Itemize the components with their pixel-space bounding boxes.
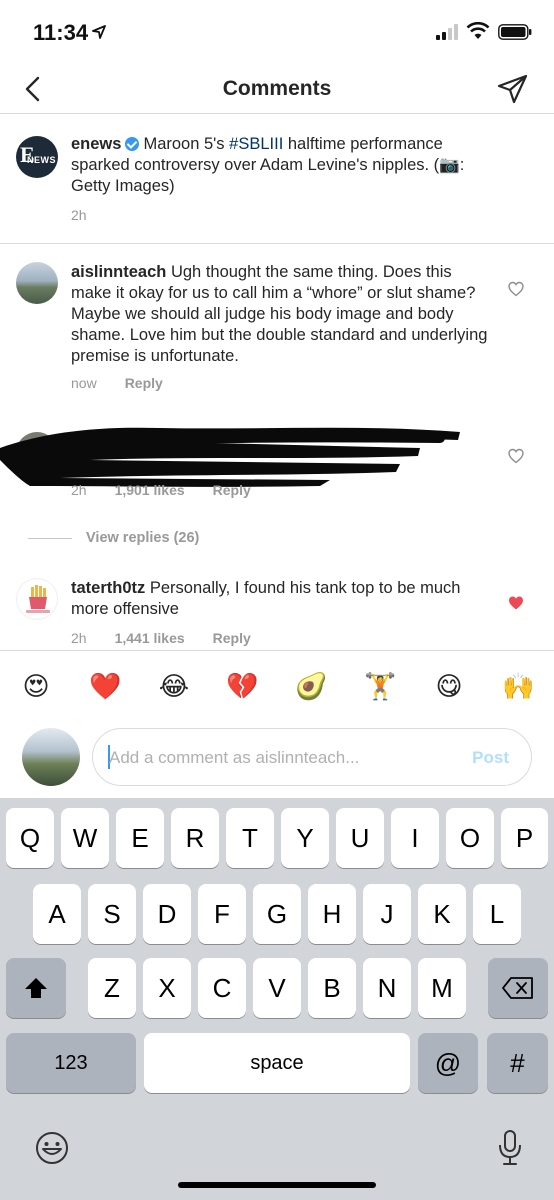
status-bar: 11:34 [0,0,554,66]
hashtag-link[interactable]: #SBLIII [229,135,283,153]
verified-badge-icon [125,137,140,151]
fries-logo-icon [26,585,50,613]
key-l[interactable]: L [473,884,521,944]
reply-button[interactable]: Reply [125,375,163,391]
reply-button[interactable]: Reply [213,630,251,646]
home-indicator [178,1182,376,1188]
caption-username[interactable]: enews [71,135,121,153]
key-q[interactable]: Q [6,808,54,868]
comment-meta: 2h 1,901 likes Reply [71,482,279,498]
backspace-icon [502,977,533,999]
comment-username[interactable]: taterth0tz [71,579,145,597]
key-b[interactable]: B [308,958,356,1018]
key-m[interactable]: M [418,958,466,1018]
key-d[interactable]: D [143,884,191,944]
page-title: Comments [222,77,332,100]
post-caption: E NEWS enews Maroon 5's #SBLIII halftime … [0,114,554,244]
key-x[interactable]: X [143,958,191,1018]
emoji-heart-eyes[interactable]: 😍 [20,671,52,703]
shift-key[interactable] [6,958,66,1018]
likes-count[interactable]: 1,901 likes [115,482,185,498]
status-time: 11:34 [33,20,89,45]
comment-time: now [71,375,97,391]
likes-count[interactable]: 1,441 likes [115,630,185,646]
avatar[interactable] [16,262,58,304]
backspace-key[interactable] [488,958,548,1018]
at-key[interactable]: @ [418,1033,478,1093]
emoji-yum[interactable]: 😋 [433,671,465,703]
key-s[interactable]: S [88,884,136,944]
avatar-logo-sub: NEWS [27,155,56,165]
reply-button[interactable]: Reply [213,482,251,498]
emoji-raised-hands[interactable]: 🙌 [502,671,534,703]
hash-key[interactable]: # [487,1033,548,1093]
avatar[interactable]: E NEWS [16,136,58,178]
comment-meta: now Reply [71,375,191,391]
key-g[interactable]: G [253,884,301,944]
key-n[interactable]: N [363,958,411,1018]
emoji-avocado[interactable]: 🥑 [295,671,327,703]
key-i[interactable]: I [391,808,439,868]
key-r[interactable]: R [171,808,219,868]
emoji-quick-bar: 😍 ❤️ 😂 💔 🥑 🏋 😋 🙌 [0,650,554,722]
battery-icon [498,24,532,40]
key-t[interactable]: T [226,808,274,868]
comment-time: 2h [71,482,87,498]
key-e[interactable]: E [116,808,164,868]
keyboard: Q W E R T Y U I O P A S D F G H J K L Z … [0,798,554,1200]
emoji-keyboard-icon[interactable] [34,1130,70,1166]
key-y[interactable]: Y [281,808,329,868]
emoji-tears-of-joy[interactable]: 😂 [158,671,190,703]
caption-meta: 2h [71,207,115,223]
space-key[interactable]: space [144,1033,410,1093]
emoji-red-heart[interactable]: ❤️ [89,671,121,703]
emoji-broken-heart[interactable]: 💔 [226,671,258,703]
direct-send-icon[interactable] [496,73,528,105]
comment-composer: Add a comment as aislinnteach... Post [0,722,554,798]
liked-heart-icon[interactable] [508,595,524,611]
key-u[interactable]: U [336,808,384,868]
key-k[interactable]: K [418,884,466,944]
nav-bar: Comments [0,66,554,114]
shift-arrow-icon [25,978,47,998]
caption-text: enews Maroon 5's #SBLIII halftime perform… [71,134,491,197]
comment-meta: 2h 1,441 likes Reply [71,630,279,646]
key-f[interactable]: F [198,884,246,944]
comment-placeholder: Add a comment as aislinnteach... [109,748,360,767]
key-w[interactable]: W [61,808,109,868]
like-heart-icon[interactable] [508,281,524,297]
caption-text-start: Maroon 5's [143,135,230,153]
caption-time: 2h [71,207,87,223]
microphone-icon[interactable] [496,1128,524,1168]
redaction-scribble [0,427,460,487]
key-o[interactable]: O [446,808,494,868]
location-arrow-icon [92,25,106,39]
key-z[interactable]: Z [88,958,136,1018]
avatar[interactable] [16,578,58,620]
key-j[interactable]: J [363,884,411,944]
numbers-key[interactable]: 123 [6,1033,136,1093]
post-button[interactable]: Post [472,748,509,768]
comment-username[interactable]: aislinnteach [71,263,166,281]
view-replies-link[interactable]: View replies (26) [27,530,199,546]
comment-input[interactable]: Add a comment as aislinnteach... Post [92,728,532,786]
wifi-icon [466,22,490,39]
key-v[interactable]: V [253,958,301,1018]
key-p[interactable]: P [501,808,548,868]
key-a[interactable]: A [33,884,81,944]
comment-text: aislinnteach Ugh thought the same thing.… [71,262,491,367]
key-c[interactable]: C [198,958,246,1018]
key-h[interactable]: H [308,884,356,944]
like-heart-icon[interactable] [508,448,524,464]
emoji-weightlifter[interactable]: 🏋 [364,671,396,703]
cellular-signal-icon [436,24,458,40]
comment-text: taterth0tz Personally, I found his tank … [71,578,491,620]
comment-time: 2h [71,630,87,646]
avatar [22,728,80,786]
